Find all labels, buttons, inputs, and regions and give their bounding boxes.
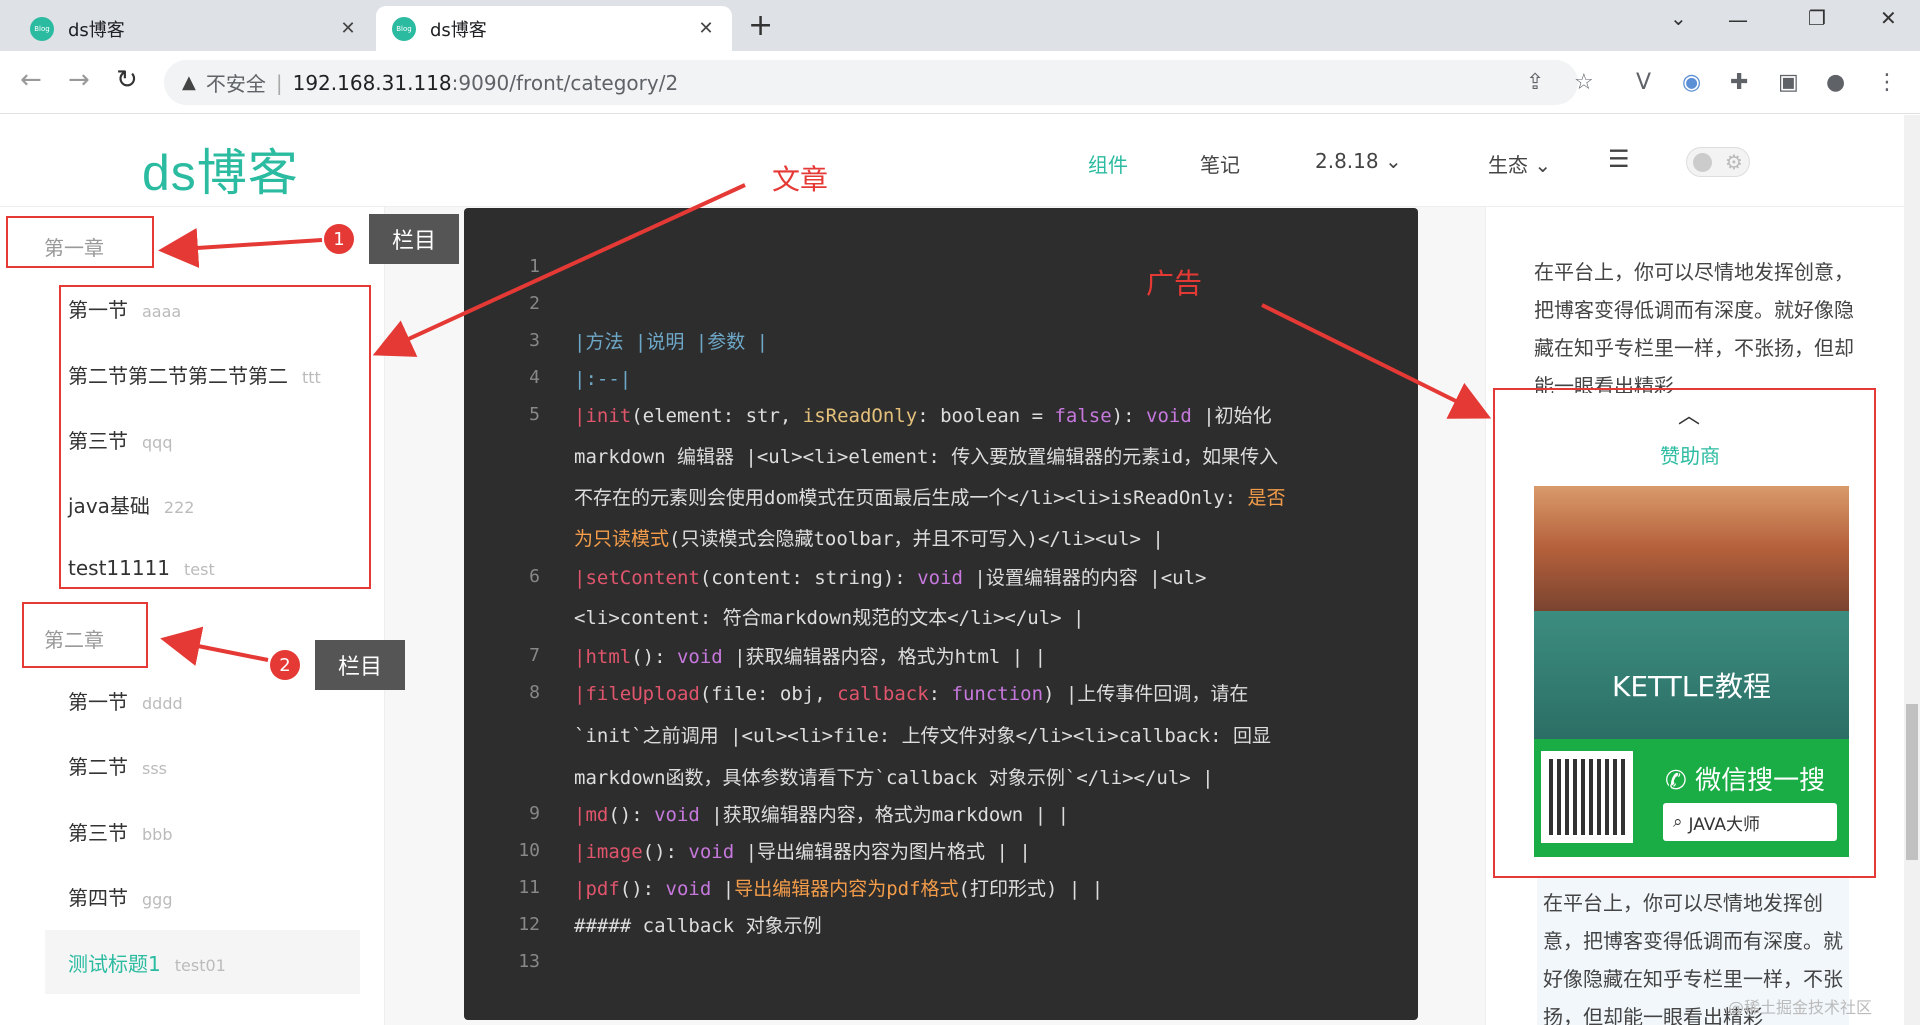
annotation-arrows — [158, 183, 1492, 666]
arrow-to-ad — [1261, 303, 1492, 419]
arrow-to-chapter1 — [158, 227, 323, 268]
arrow-to-articles — [372, 183, 746, 357]
arrow-to-chapter2 — [160, 626, 269, 666]
